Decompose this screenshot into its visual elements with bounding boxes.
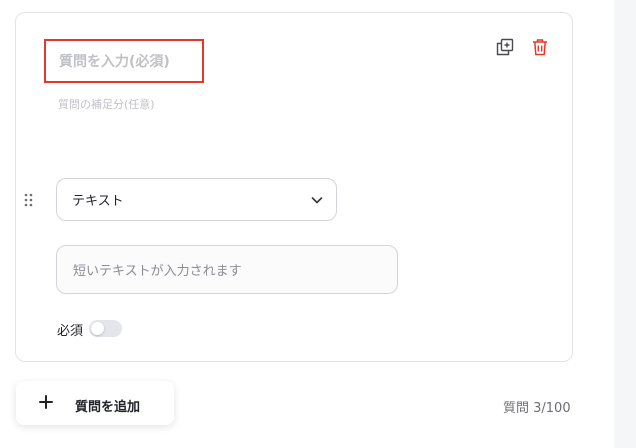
question-type-value: テキスト xyxy=(72,194,124,209)
answer-preview-field: 短いテキストが入力されます xyxy=(56,245,398,294)
drag-handle-icon xyxy=(24,193,33,207)
duplicate-button[interactable] xyxy=(495,37,515,57)
question-supplement-input[interactable]: 質問の補足分(任意) xyxy=(58,96,155,112)
question-count: 質問 3/100 xyxy=(503,401,571,416)
required-label: 必須 xyxy=(57,324,84,339)
add-question-button[interactable]: 質問を追加 xyxy=(16,381,174,425)
toggle-knob xyxy=(91,322,104,335)
drag-handle[interactable] xyxy=(23,191,35,209)
trash-icon xyxy=(533,39,547,56)
form-editor-page: 質問を入力(必須) 質問の補足分(任意) テキスト 短いテキストが入力されます … xyxy=(0,0,636,448)
question-title-input[interactable]: 質問を入力(必須) xyxy=(44,39,204,83)
required-toggle[interactable] xyxy=(89,320,122,337)
duplicate-icon xyxy=(496,38,514,56)
question-card: 質問を入力(必須) 質問の補足分(任意) テキスト 短いテキストが入力されます … xyxy=(15,12,573,362)
question-type-select[interactable]: テキスト xyxy=(56,178,337,221)
right-panel-edge xyxy=(614,0,636,448)
chevron-down-icon xyxy=(311,197,323,204)
add-question-label: 質問を追加 xyxy=(75,400,141,415)
delete-button[interactable] xyxy=(530,37,550,57)
plus-icon xyxy=(39,395,53,409)
